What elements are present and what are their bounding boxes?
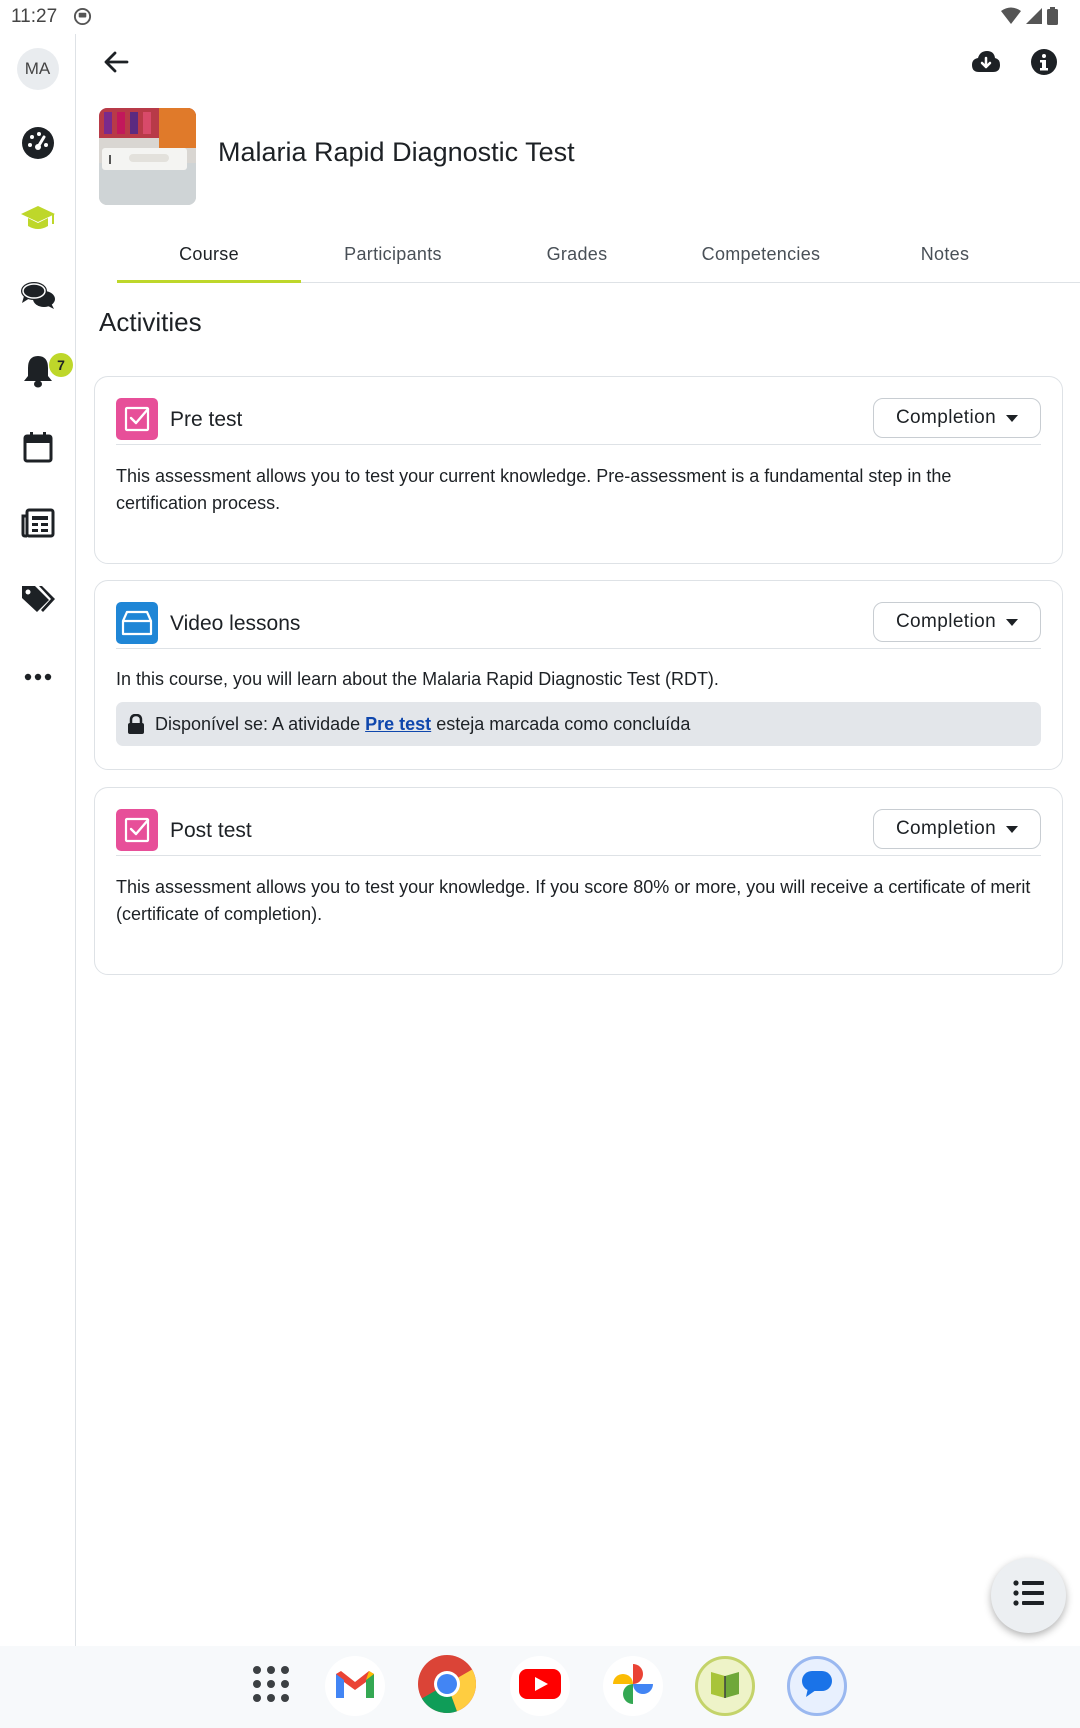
activity-header: Video lessons Completion — [116, 602, 1041, 649]
cloud-download-icon — [971, 50, 1001, 79]
list-icon — [1012, 1580, 1045, 1611]
moodle-workplace-app-button[interactable] — [695, 1656, 755, 1716]
activity-card-video-lessons: Video lessons Completion In this course,… — [94, 580, 1063, 770]
completion-label: Completion — [895, 407, 997, 428]
avatar: MA — [16, 48, 59, 90]
my-courses-button[interactable] — [0, 191, 75, 251]
activity-description: This assessment allows you to test your … — [116, 466, 952, 513]
quiz-icon[interactable] — [116, 809, 158, 851]
course-info-button[interactable] — [1024, 44, 1064, 84]
restriction-link-pre-test[interactable]: Pre test — [365, 714, 431, 735]
user-menu-button[interactable]: MA — [0, 39, 75, 99]
youtube-app-button[interactable] — [510, 1656, 570, 1716]
activity-name[interactable]: Pre test — [170, 408, 242, 432]
tags-button[interactable] — [0, 571, 75, 631]
photos-app-button[interactable] — [603, 1656, 663, 1716]
activity-card-pre-test: Pre test Completion This assessment allo… — [94, 376, 1063, 564]
activity-header: Pre test Completion — [116, 398, 1041, 445]
chat-bubbles-icon — [20, 280, 56, 315]
tab-competencies[interactable]: Competencies — [669, 226, 853, 282]
pinwheel-photos-icon — [611, 1662, 655, 1711]
graduation-cap-icon — [20, 204, 56, 239]
status-bar: 11:27 — [0, 0, 1080, 34]
app-drawer-button[interactable] — [241, 1656, 301, 1716]
completion-dropdown[interactable]: Completion — [873, 398, 1041, 438]
battery-icon — [1047, 7, 1058, 30]
status-time: 11:27 — [11, 6, 58, 27]
completion-dropdown[interactable]: Completion — [873, 602, 1041, 642]
course-title: Malaria Rapid Diagnostic Test — [218, 137, 575, 167]
activity-header: Post test Completion — [116, 809, 1041, 856]
info-circle-icon — [1030, 48, 1058, 81]
activity-description: This assessment allows you to test your … — [116, 877, 1031, 924]
more-menu-button[interactable] — [0, 647, 75, 707]
course-tabs: Course Participants Grades Competencies … — [117, 226, 1080, 283]
wifi-icon — [1001, 7, 1021, 30]
tags-icon — [21, 584, 55, 619]
page-box-icon[interactable] — [116, 602, 158, 644]
arrow-left-icon — [103, 50, 129, 79]
tab-course[interactable]: Course — [117, 226, 301, 283]
quiz-icon[interactable] — [116, 398, 158, 440]
completion-label: Completion — [895, 818, 997, 839]
calendar-icon — [23, 431, 53, 468]
calendar-button[interactable] — [0, 419, 75, 479]
completion-dropdown[interactable]: Completion — [873, 809, 1041, 849]
chrome-app-button[interactable] — [417, 1654, 477, 1719]
completion-label: Completion — [895, 611, 997, 632]
activity-name[interactable]: Video lessons — [170, 612, 300, 636]
dashboard-button[interactable] — [0, 115, 75, 175]
newspaper-icon — [21, 508, 55, 543]
restriction-suffix: esteja marcada como concluída — [436, 713, 691, 734]
tab-grades[interactable]: Grades — [485, 226, 669, 282]
restriction-prefix: Disponível se: A atividade — [155, 713, 361, 734]
caret-down-icon — [1006, 618, 1019, 626]
dashboard-gauge-icon — [21, 126, 55, 165]
notification-count-badge: 7 — [49, 353, 73, 377]
caret-down-icon — [1006, 414, 1019, 422]
notifications-button[interactable]: 7 — [0, 343, 75, 403]
youtube-icon — [519, 1668, 561, 1704]
activity-name[interactable]: Post test — [170, 819, 252, 843]
course-image — [99, 108, 196, 205]
message-bubble-icon — [800, 1668, 834, 1705]
tab-notes[interactable]: Notes — [853, 226, 1037, 282]
gmail-app-button[interactable] — [325, 1656, 385, 1716]
activity-card-post-test: Post test Completion This assessment all… — [94, 787, 1063, 975]
gmail-icon — [334, 1668, 376, 1705]
section-title: Activities — [99, 307, 202, 337]
activity-description: In this course, you will learn about the… — [116, 669, 719, 689]
app-dock — [0, 1646, 1080, 1728]
back-button[interactable] — [96, 44, 136, 84]
status-app-icon — [73, 7, 92, 31]
lock-icon — [127, 714, 145, 734]
chrome-icon — [417, 1654, 477, 1719]
signal-icon — [1025, 7, 1043, 30]
download-course-button[interactable] — [966, 44, 1006, 84]
book-app-icon — [708, 1668, 742, 1705]
site-news-button[interactable] — [0, 495, 75, 555]
availability-restriction: Disponível se: A atividade Pre test este… — [116, 702, 1041, 746]
tab-participants[interactable]: Participants — [301, 226, 485, 282]
caret-down-icon — [1006, 825, 1019, 833]
messages-button[interactable] — [0, 267, 75, 327]
main-menu-rail: MA 7 — [0, 34, 76, 1646]
app-grid-icon — [252, 1665, 290, 1708]
bell-icon — [23, 354, 53, 393]
course-index-button[interactable] — [991, 1558, 1066, 1633]
ellipsis-icon — [24, 668, 52, 686]
messages-app-button[interactable] — [787, 1656, 847, 1716]
